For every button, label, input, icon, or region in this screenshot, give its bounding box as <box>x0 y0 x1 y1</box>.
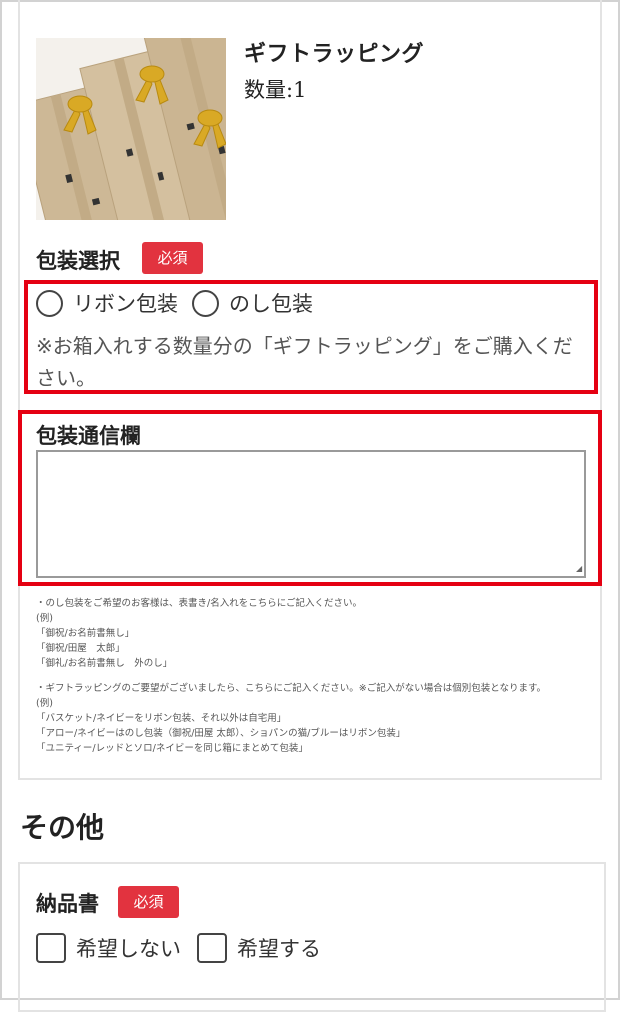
checkbox-want-slip-label[interactable]: 希望する <box>237 933 321 963</box>
instruction-line: 「ユニティー/レッドとソロ/ネイビーを同じ箱にまとめて包装」 <box>36 743 308 754</box>
message-textarea[interactable] <box>36 450 586 578</box>
instruction-line: 「アロー/ネイビーはのし包装（御祝/田屋 太郎）、ショパンの猫/ブルーはリボン包… <box>36 728 406 739</box>
instruction-line: ・ギフトラッピングのご要望がございましたら、こちらにご記入ください。※ご記入がな… <box>36 683 547 694</box>
radio-ribbon-wrap-label[interactable]: リボン包装 <box>73 288 178 318</box>
instruction-gap <box>36 671 596 681</box>
delivery-slip-checkbox-group: 希望しない 希望する <box>36 931 337 965</box>
product-quantity: 数量:1 <box>244 78 307 102</box>
instruction-line: ・のし包装をご希望のお客様は、表書き/名入れをこちらにご記入ください。 <box>36 598 363 609</box>
textarea-resize-grip-icon[interactable]: ◢ <box>576 565 582 573</box>
checkbox-no-slip-label[interactable]: 希望しない <box>76 933 181 963</box>
other-heading: その他 <box>20 811 105 844</box>
instructions-text: ・のし包装をご希望のお客様は、表書き/名入れをこちらにご記入ください。 (例) … <box>36 596 596 756</box>
delivery-slip-title: 納品書 <box>36 891 99 916</box>
radio-ribbon-wrap[interactable] <box>36 289 63 317</box>
checkbox-want-slip[interactable] <box>197 933 227 963</box>
instruction-line: 「バスケット/ネイビーをリボン包装、それ以外は自宅用」 <box>36 713 287 724</box>
required-badge: 必須 <box>142 242 203 274</box>
product-image <box>36 38 226 220</box>
checkbox-no-slip[interactable] <box>36 933 66 963</box>
instruction-line: 「御祝/お名前書無し」 <box>36 628 135 639</box>
radio-noshi-wrap[interactable] <box>192 289 219 317</box>
product-name: ギフトラッピング <box>244 42 425 67</box>
packaging-radio-group: リボン包装 のし包装 <box>36 288 327 318</box>
packaging-title: 包装選択 <box>36 248 120 273</box>
required-badge: 必須 <box>118 886 179 918</box>
instruction-line: 「御礼/お名前書無し 外のし」 <box>36 658 173 669</box>
instruction-line: (例) <box>36 613 53 624</box>
instruction-line: (例) <box>36 698 53 709</box>
radio-noshi-wrap-label[interactable]: のし包装 <box>229 288 313 318</box>
message-title: 包装通信欄 <box>36 423 141 448</box>
packaging-note: ※お箱入れする数量分の「ギフトラッピング」をご購入ください。 <box>36 334 573 390</box>
instruction-line: 「御祝/田屋 太郎」 <box>36 643 125 654</box>
